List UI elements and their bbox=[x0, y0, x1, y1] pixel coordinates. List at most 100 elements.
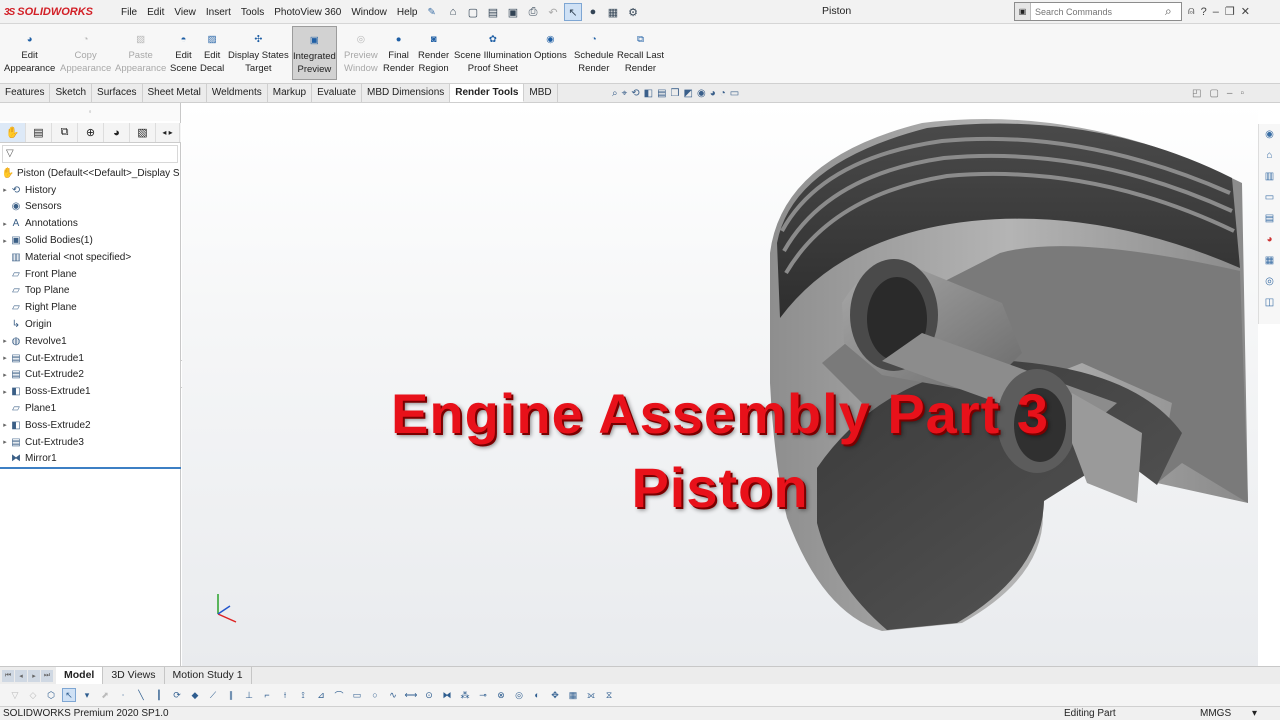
ribbon-button-paste-appearance[interactable]: ▧ Paste Appearance bbox=[115, 32, 166, 75]
expand-arrow-icon[interactable]: ▸ bbox=[0, 237, 10, 245]
corner-tool-icon[interactable]: ⌐ bbox=[260, 688, 274, 702]
custom-properties-icon[interactable]: ▦ bbox=[1262, 252, 1278, 269]
rollback-bar[interactable] bbox=[0, 467, 181, 469]
display-style-icon[interactable]: ◩ bbox=[684, 88, 693, 99]
ribbon-button-edit-scene[interactable]: ◓ Edit Scene bbox=[170, 32, 197, 75]
traffic-light-icon[interactable]: ● bbox=[584, 3, 602, 21]
solidworks-logo[interactable]: 3S SOLIDWORKS bbox=[4, 3, 93, 21]
tree-item-solid-bodies-1[interactable]: ▸ ▣ Solid Bodies(1) bbox=[0, 232, 181, 249]
ribbon-button-final-render[interactable]: ● Final Render bbox=[383, 32, 414, 75]
section-view-icon[interactable]: ◧ bbox=[644, 88, 653, 99]
ribbon-button-render-region[interactable]: ◙ Render Region bbox=[418, 32, 449, 75]
vertical-tool-icon[interactable]: ┃ bbox=[152, 688, 166, 702]
expand-arrow-icon[interactable]: ▸ bbox=[0, 371, 10, 379]
print-icon[interactable]: ⎙ bbox=[524, 3, 542, 21]
file-explorer-icon[interactable]: ▭ bbox=[1262, 189, 1278, 206]
search-input[interactable] bbox=[1031, 4, 1165, 19]
tree-item-cut-extrude2[interactable]: ▸ ▤ Cut-Extrude2 bbox=[0, 367, 181, 384]
symmetry-tool-icon[interactable]: ⧖ bbox=[602, 688, 616, 702]
view-cube-icon[interactable]: ◆ bbox=[188, 688, 202, 702]
ribbon-button-display-states-target[interactable]: ✣ Display States Target bbox=[228, 32, 289, 75]
view-orientation-icon[interactable]: ❒ bbox=[671, 88, 680, 99]
ribbon-button-preview-window[interactable]: ◎ Preview Window bbox=[344, 32, 378, 75]
menu-help[interactable]: Help bbox=[392, 7, 423, 18]
close-icon[interactable]: ✕ bbox=[1241, 5, 1250, 18]
tree-item-annotations[interactable]: ▸ A Annotations bbox=[0, 215, 181, 232]
tree-item-history[interactable]: ▸ ⟲ History bbox=[0, 182, 181, 199]
viewport-maximize-icon[interactable]: ▫ bbox=[1240, 88, 1244, 99]
tab-motion-study[interactable]: Motion Study 1 bbox=[165, 667, 252, 684]
select-arrow-icon[interactable]: ↖ bbox=[62, 688, 76, 702]
tree-item-revolve1[interactable]: ▸ ◍ Revolve1 bbox=[0, 333, 181, 350]
configuration-manager-tab-icon[interactable]: ⧉ bbox=[52, 123, 78, 142]
feature-tree-tab-icon[interactable]: ✋ bbox=[0, 123, 26, 142]
tab-sketch[interactable]: Sketch bbox=[50, 84, 93, 102]
apply-scene-icon[interactable]: ◔ bbox=[720, 88, 726, 99]
tangent-tool-icon[interactable]: ⊿ bbox=[314, 688, 328, 702]
tree-item-plane1[interactable]: ▱ Plane1 bbox=[0, 400, 181, 417]
fix-tool-icon[interactable]: ⊗ bbox=[494, 688, 508, 702]
tab-3d-views[interactable]: 3D Views bbox=[103, 667, 165, 684]
tab-features[interactable]: Features bbox=[0, 84, 51, 102]
undo-icon[interactable]: ↶ bbox=[544, 3, 562, 21]
expand-arrow-icon[interactable]: ▸ bbox=[0, 388, 10, 396]
viewport-restore-icon[interactable]: – bbox=[1227, 88, 1233, 99]
home-icon[interactable]: ⌂ bbox=[444, 3, 462, 21]
previous-view-icon[interactable]: ⟲ bbox=[631, 88, 639, 99]
menu-photoview[interactable]: PhotoView 360 bbox=[269, 7, 346, 18]
tree-item-cut-extrude3[interactable]: ▸ ▤ Cut-Extrude3 bbox=[0, 434, 181, 451]
solidworks-resources-icon[interactable]: ◉ bbox=[1262, 126, 1278, 143]
appearances-icon[interactable]: ◕ bbox=[1262, 231, 1278, 248]
ribbon-button-schedule-render[interactable]: ◔ Schedule Render bbox=[574, 32, 614, 75]
rotate-view-icon[interactable]: ⟳ bbox=[170, 688, 184, 702]
viewport-minimize-icon[interactable]: ◰ bbox=[1192, 88, 1201, 99]
move-tool-icon[interactable]: ✥ bbox=[548, 688, 562, 702]
arc-tool-icon[interactable]: ⌒ bbox=[332, 688, 346, 702]
solidworks-forum-icon[interactable]: ◎ bbox=[1262, 273, 1278, 290]
tab-model[interactable]: Model bbox=[56, 667, 104, 684]
edit-appearance-hud-icon[interactable]: ◕ bbox=[710, 88, 716, 99]
filter-toolbar-icon[interactable]: ▽ bbox=[8, 688, 22, 702]
perpendicular-tool-icon[interactable]: ⊥ bbox=[242, 688, 256, 702]
prev-tab-icon[interactable]: ◂ bbox=[15, 669, 27, 682]
next-tab-icon[interactable]: ▸ bbox=[28, 669, 40, 682]
units-dropdown-icon[interactable]: ▾ bbox=[1252, 708, 1257, 719]
tree-filter[interactable]: ▽ bbox=[2, 145, 178, 163]
view-settings-icon[interactable]: ▭ bbox=[730, 88, 739, 99]
last-tab-icon[interactable]: ⏭ bbox=[41, 669, 53, 682]
open-icon[interactable]: ▤ bbox=[484, 3, 502, 21]
minimize-icon[interactable]: – bbox=[1213, 6, 1219, 18]
user-icon[interactable]: ⍝ bbox=[1188, 5, 1195, 18]
tab-render-tools[interactable]: Render Tools bbox=[450, 84, 525, 102]
file-properties-icon[interactable]: ▦ bbox=[604, 3, 622, 21]
tree-item-top-plane[interactable]: ▱ Top Plane bbox=[0, 283, 181, 300]
hide-show-icon[interactable]: ◉ bbox=[697, 88, 706, 99]
expand-arrow-icon[interactable]: ▸ bbox=[0, 337, 10, 345]
tab-mbd[interactable]: MBD bbox=[524, 84, 558, 102]
filter-edges-icon[interactable]: ◇ bbox=[26, 688, 40, 702]
display-grid-icon[interactable]: ▦ bbox=[566, 688, 580, 702]
panel-grip-icon[interactable]: ◦ bbox=[0, 103, 180, 121]
coincident-tool-icon[interactable]: ◎ bbox=[512, 688, 526, 702]
tree-item-sensors[interactable]: ◉ Sensors bbox=[0, 199, 181, 216]
tree-item-right-plane[interactable]: ▱ Right Plane bbox=[0, 299, 181, 316]
quick-snap-icon[interactable]: ⬈ bbox=[98, 688, 112, 702]
ribbon-button-integrated-preview[interactable]: ▣ Integrated Preview bbox=[292, 26, 337, 80]
ribbon-button-options[interactable]: ◉ Options bbox=[534, 32, 567, 63]
property-manager-tab-icon[interactable]: ▤ bbox=[26, 123, 52, 142]
ribbon-button-recall-last-render[interactable]: ⧉ Recall Last Render bbox=[617, 32, 664, 75]
pattern-tool-icon[interactable]: ⁂ bbox=[458, 688, 472, 702]
tree-item-boss-extrude1[interactable]: ▸ ◧ Boss-Extrude1 bbox=[0, 383, 181, 400]
ribbon-button-edit-decal[interactable]: ▨ Edit Decal bbox=[200, 32, 224, 75]
design-library-icon[interactable]: ▥ bbox=[1262, 168, 1278, 185]
restore-icon[interactable]: ❐ bbox=[1225, 5, 1235, 18]
midpoint-tool-icon[interactable]: ⊙ bbox=[422, 688, 436, 702]
tab-evaluate[interactable]: Evaluate bbox=[312, 84, 363, 102]
edge-tool-icon[interactable]: ⟋ bbox=[206, 688, 220, 702]
home-pane-icon[interactable]: ⌂ bbox=[1262, 147, 1278, 164]
display-manager-tab-icon[interactable]: ◕ bbox=[104, 123, 130, 142]
tab-mbd-dimensions[interactable]: MBD Dimensions bbox=[362, 84, 451, 102]
line-tool-icon[interactable]: ╲ bbox=[134, 688, 148, 702]
options-gear-icon[interactable]: ⚙ bbox=[624, 3, 642, 21]
tree-item-cut-extrude1[interactable]: ▸ ▤ Cut-Extrude1 bbox=[0, 350, 181, 367]
